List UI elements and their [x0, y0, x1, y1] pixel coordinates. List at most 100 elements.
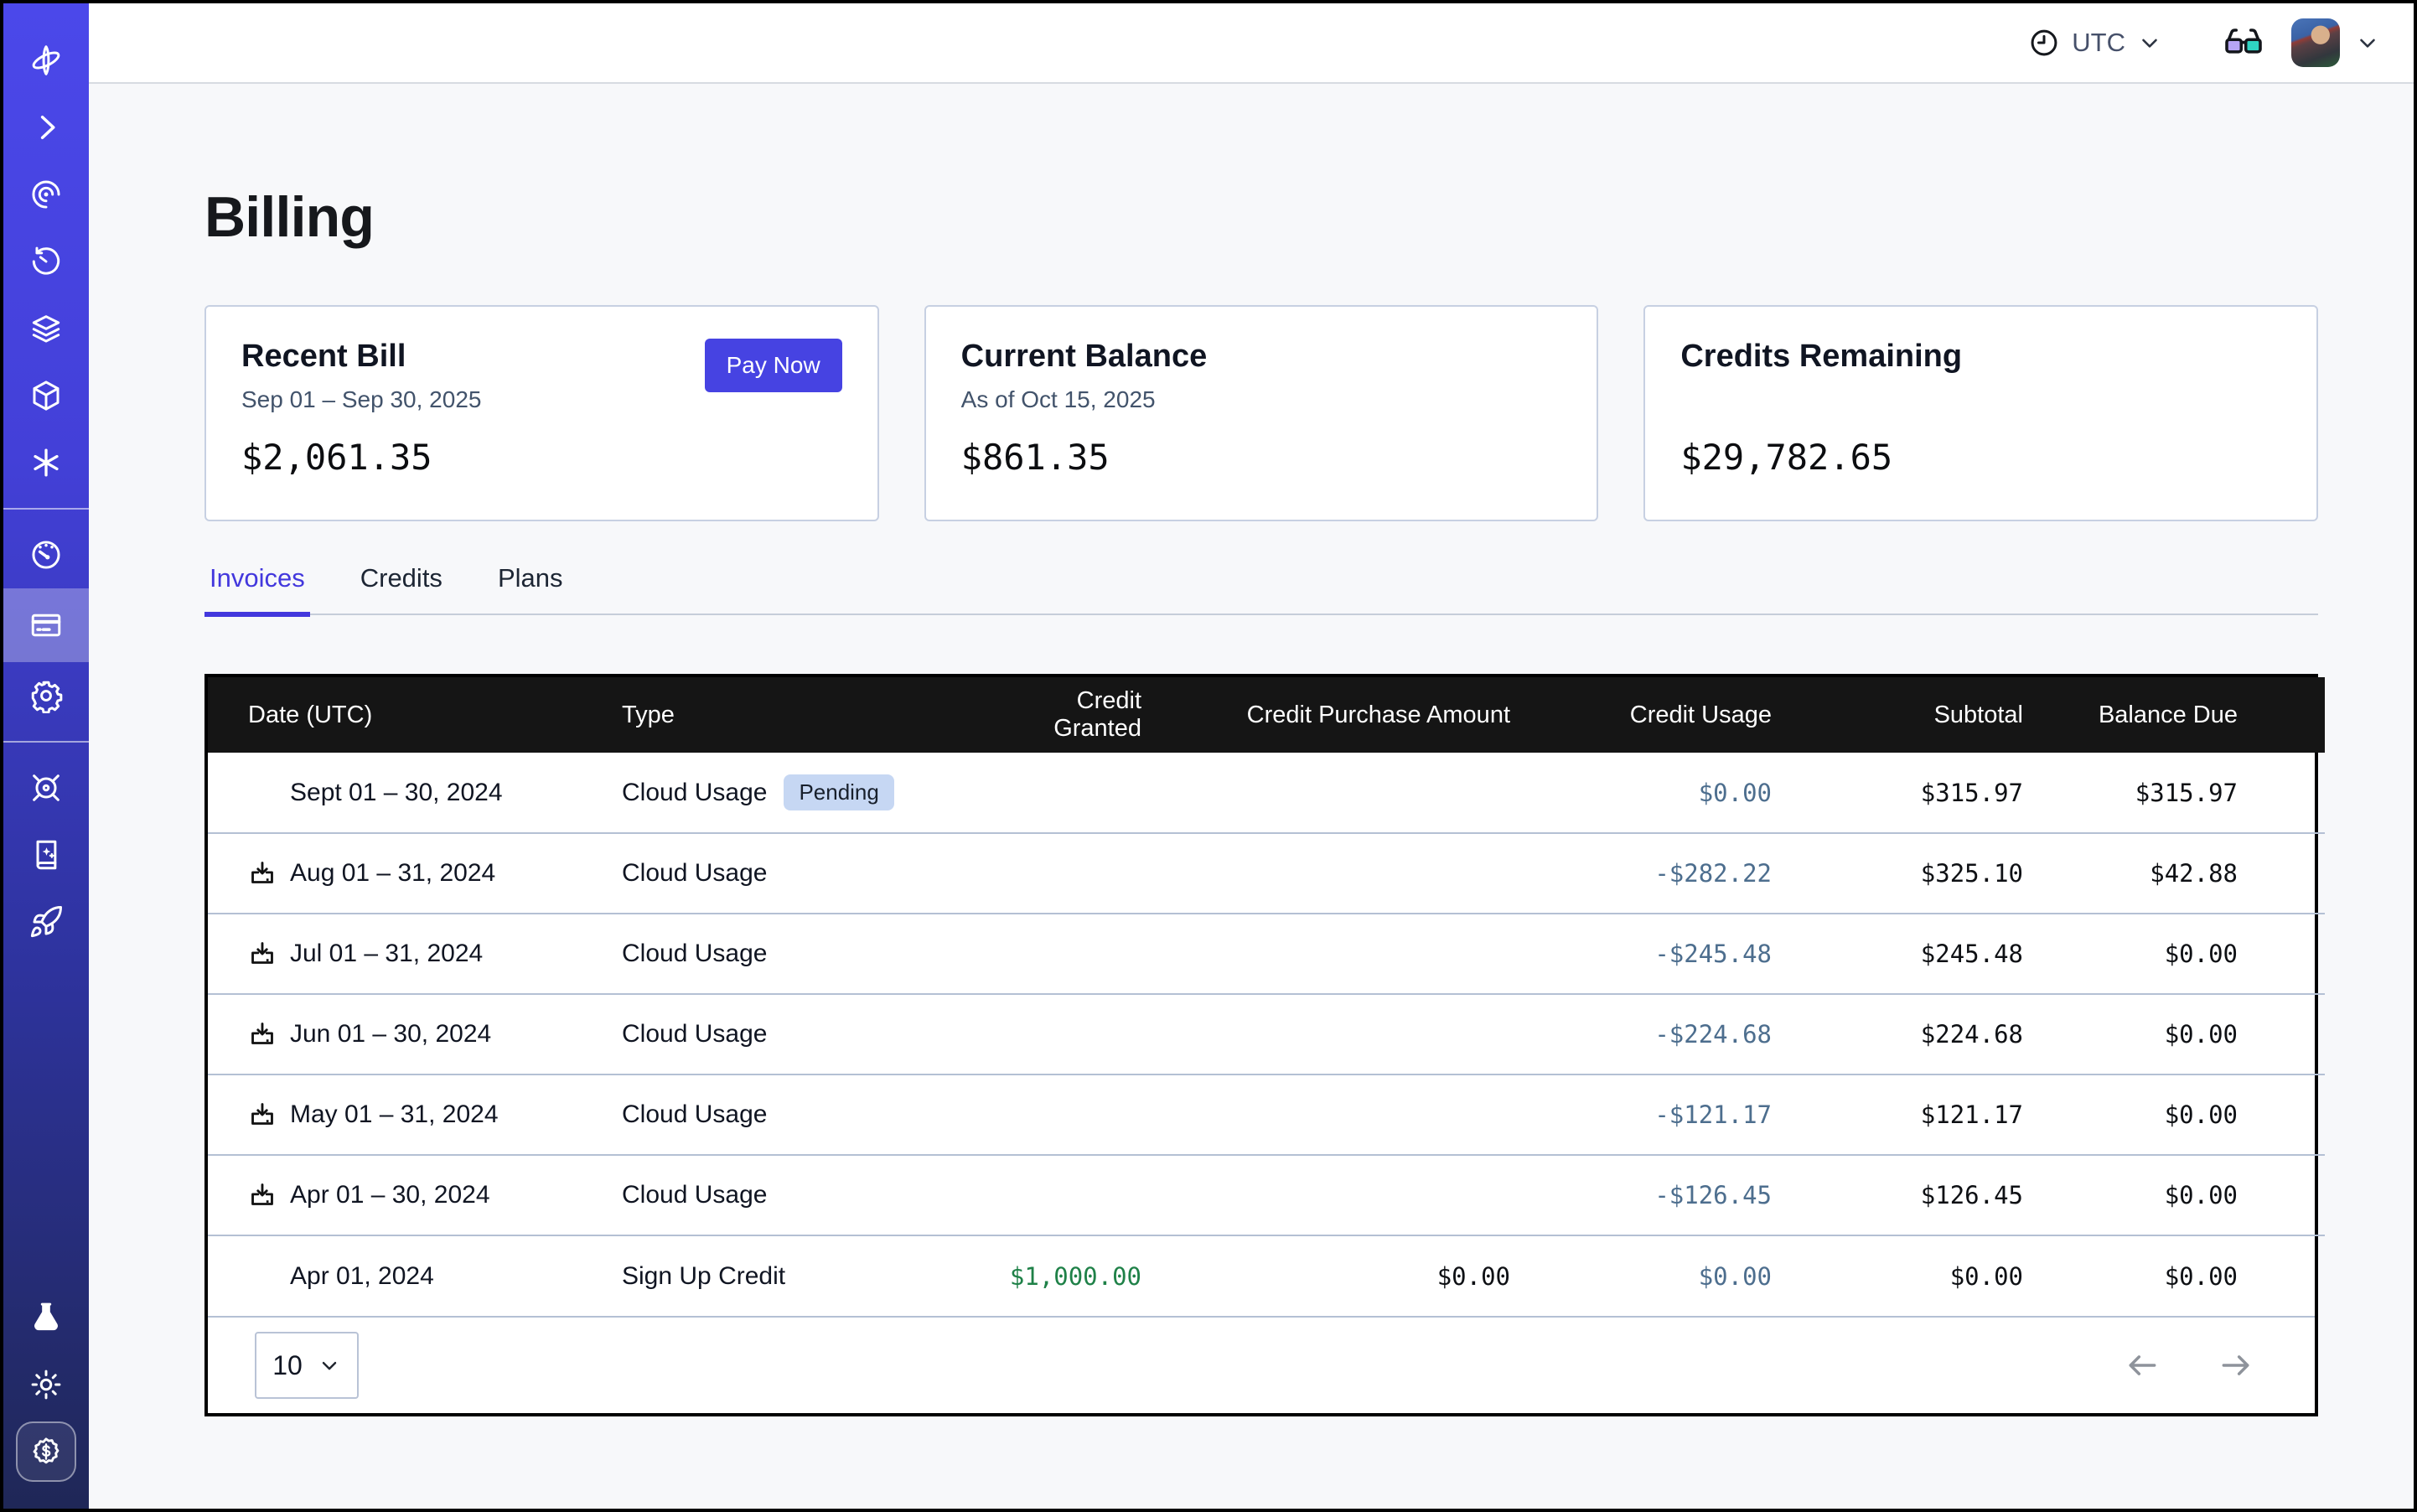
column-header-subtotal: Subtotal	[1772, 677, 2023, 753]
table-body: Sept 01 – 30, 2024 Cloud Usage Pending $0.0…	[208, 753, 2325, 1316]
helm-icon	[28, 770, 64, 805]
table-row: Jun 01 – 30, 2024Cloud Usage-$224.68$224…	[208, 994, 2325, 1074]
page-title: Billing	[204, 184, 2318, 250]
invoice-type: Sign Up Credit	[622, 1262, 785, 1291]
sidebar-item-flask[interactable]	[3, 1284, 89, 1351]
spiral-icon	[28, 177, 64, 212]
table-row: Aug 01 – 31, 2024Cloud Usage-$282.22$325…	[208, 833, 2325, 914]
credit-purchase-amount	[1141, 914, 1510, 994]
balance-due: $42.88	[2023, 833, 2325, 914]
page-size-select[interactable]: 10	[255, 1332, 359, 1399]
rocket-icon	[28, 904, 64, 940]
pager-arrows	[2124, 1347, 2254, 1384]
sidebar-item-chevron-right[interactable]	[3, 94, 89, 161]
credit-granted: $1,000.00	[987, 1235, 1141, 1316]
previous-page-button[interactable]	[2124, 1347, 2161, 1384]
download-invoice-button[interactable]	[248, 940, 277, 968]
credit-granted	[987, 914, 1141, 994]
sidebar-item-gauge[interactable]	[3, 521, 89, 588]
sidebar-item-rocket[interactable]	[3, 888, 89, 955]
glasses-icon[interactable]	[2223, 22, 2264, 64]
credit-granted	[987, 833, 1141, 914]
column-header-credit-purchase-amount: Credit Purchase Amount	[1141, 677, 1510, 753]
sidebar-item-billing-card[interactable]	[3, 588, 89, 662]
credit-granted	[987, 994, 1141, 1074]
column-header-credit-usage: Credit Usage	[1510, 677, 1772, 753]
subtotal: $0.00	[1772, 1235, 2023, 1316]
tab-plans[interactable]: Plans	[493, 563, 568, 617]
credit-purchase-amount	[1141, 994, 1510, 1074]
column-header-balance-due: Balance Due	[2023, 677, 2325, 753]
credit-purchase-amount	[1141, 1074, 1510, 1155]
sidebar-bottom-group	[3, 1284, 89, 1509]
subtotal: $245.48	[1772, 914, 2023, 994]
credit-usage: -$245.48	[1510, 914, 1772, 994]
download-invoice-button[interactable]	[248, 1100, 277, 1129]
column-header-type: Type	[622, 677, 987, 753]
download-invoice-button[interactable]	[248, 1020, 277, 1049]
balance-due: $315.97	[2023, 753, 2325, 833]
sidebar-item-asterisk[interactable]	[3, 429, 89, 496]
arrow-left-icon	[2124, 1347, 2161, 1384]
tab-credits[interactable]: Credits	[355, 563, 448, 617]
download-invoice-button[interactable]	[248, 1181, 277, 1209]
column-header-credit-granted: Credit Granted	[987, 677, 1141, 753]
subtotal: $126.45	[1772, 1155, 2023, 1235]
current-balance-amount: $861.35	[961, 437, 1562, 478]
card-subtitle: As of Oct 15, 2025	[961, 386, 1562, 415]
chevron-down-icon	[318, 1354, 341, 1377]
table-row: May 01 – 31, 2024Cloud Usage-$121.17$121…	[208, 1074, 2325, 1155]
recent-bill-card: Recent Bill Sep 01 – Sep 30, 2025 $2,061…	[204, 305, 879, 521]
page-size-value: 10	[272, 1350, 303, 1381]
history-timer-icon	[28, 244, 64, 279]
subtotal: $325.10	[1772, 833, 2023, 914]
timezone-selector[interactable]: UTC	[2028, 27, 2162, 59]
table-header-row: Date (UTC)TypeCredit GrantedCredit Purch…	[208, 677, 2325, 753]
sidebar-item-dollar-badge[interactable]	[3, 1418, 89, 1485]
card-title: Credits Remaining	[1680, 339, 2281, 375]
invoice-type: Cloud Usage	[622, 1100, 767, 1129]
sidebar-item-book-sparkle[interactable]	[3, 821, 89, 888]
tab-invoices[interactable]: Invoices	[204, 563, 310, 617]
table-row: Apr 01 – 30, 2024Cloud Usage-$126.45$126…	[208, 1155, 2325, 1235]
column-header-date-utc-: Date (UTC)	[208, 677, 622, 753]
credit-usage: $0.00	[1510, 753, 1772, 833]
sidebar-item-sun[interactable]	[3, 1351, 89, 1418]
invoices-table: Date (UTC)TypeCredit GrantedCredit Purch…	[208, 677, 2325, 1316]
sidebar-item-layers[interactable]	[3, 295, 89, 362]
download-invoice-button[interactable]	[248, 859, 277, 888]
invoice-date: Apr 01, 2024	[290, 1262, 434, 1291]
chevron-down-icon	[2137, 30, 2162, 55]
credit-granted	[987, 1074, 1141, 1155]
credit-usage: -$282.22	[1510, 833, 1772, 914]
sidebar-item-helm[interactable]	[3, 754, 89, 821]
invoice-type: Cloud Usage	[622, 1020, 767, 1049]
topbar: UTC	[89, 3, 2414, 84]
credit-granted	[987, 753, 1141, 833]
pay-now-button[interactable]: Pay Now	[705, 339, 842, 392]
asterisk-icon	[28, 445, 64, 480]
avatar[interactable]	[2291, 18, 2340, 67]
credit-purchase-amount: $0.00	[1141, 1235, 1510, 1316]
next-page-button[interactable]	[2218, 1347, 2254, 1384]
summary-cards: Recent Bill Sep 01 – Sep 30, 2025 $2,061…	[204, 305, 2318, 521]
sidebar-item-logo[interactable]	[3, 27, 89, 94]
credit-purchase-amount	[1141, 1155, 1510, 1235]
credit-purchase-amount	[1141, 833, 1510, 914]
invoice-date: May 01 – 31, 2024	[290, 1100, 499, 1129]
balance-due: $0.00	[2023, 1155, 2325, 1235]
sidebar-item-cube[interactable]	[3, 362, 89, 429]
sidebar-item-spiral[interactable]	[3, 161, 89, 228]
invoice-type: Cloud Usage	[622, 779, 767, 807]
sun-icon	[28, 1367, 64, 1402]
gear-icon	[28, 678, 64, 713]
subtotal: $121.17	[1772, 1074, 2023, 1155]
status-badge: Pending	[784, 774, 893, 810]
arrow-right-icon	[2218, 1347, 2254, 1384]
sidebar-item-gear[interactable]	[3, 662, 89, 729]
sidebar-item-history-timer[interactable]	[3, 228, 89, 295]
chevron-down-icon[interactable]	[2355, 30, 2380, 55]
invoice-type: Cloud Usage	[622, 1181, 767, 1209]
invoice-date: Sept 01 – 30, 2024	[290, 779, 503, 807]
invoice-date: Apr 01 – 30, 2024	[290, 1181, 490, 1209]
